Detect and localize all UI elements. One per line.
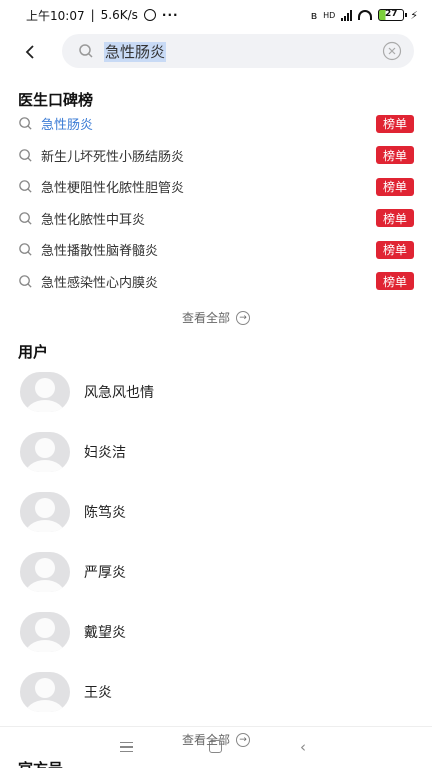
user-name: 陈笃炎 — [84, 505, 126, 521]
search-header: 急性肠炎 — [0, 32, 432, 72]
rank-item-label: 急性肠炎 — [41, 118, 94, 134]
rank-item-label: 新生儿坏死性小肠结肠炎 — [41, 149, 185, 165]
alarm-icon — [143, 9, 156, 21]
avatar — [20, 672, 70, 712]
user-view-all-link[interactable]: 查看全部 → — [0, 731, 432, 748]
more-notifications-icon: ··· — [161, 8, 179, 22]
user-name: 严厚炎 — [84, 565, 126, 581]
user-section-title: 用户 — [18, 343, 49, 361]
rank-badge: 榜单 — [376, 146, 414, 165]
clear-icon[interactable] — [382, 41, 402, 61]
battery-icon: 27 — [378, 9, 408, 21]
view-all-label: 查看全部 — [181, 311, 230, 325]
view-all-label: 查看全部 — [181, 733, 230, 747]
rank-item-label: 急性播散性脑脊髓炎 — [41, 244, 159, 260]
rank-badge: 榜单 — [376, 240, 414, 259]
rank-list: 急性肠炎 榜单 新生儿坏死性小肠结肠炎 榜单 急性梗阻性化脓性胆管炎 榜单 急性… — [0, 108, 432, 297]
user-item[interactable]: 妇炎洁 — [0, 422, 432, 482]
user-name: 戴望炎 — [84, 625, 126, 641]
user-list: 风急风也情 妇炎洁 陈笃炎 严厚炎 戴望炎 王炎 — [0, 362, 432, 722]
search-icon — [19, 274, 32, 288]
avatar — [20, 552, 70, 592]
back-arrow-icon — [25, 45, 34, 59]
rank-section-title: 医生口碑榜 — [18, 91, 94, 109]
rank-item-label: 急性化脓性中耳炎 — [41, 212, 146, 228]
rank-badge: 榜单 — [376, 114, 414, 133]
user-item[interactable]: 风急风也情 — [0, 362, 432, 422]
avatar — [20, 492, 70, 532]
avatar — [20, 372, 70, 412]
user-item[interactable]: 戴望炎 — [0, 602, 432, 662]
rank-badge: 榜单 — [376, 209, 414, 228]
user-name: 风急风也情 — [84, 385, 154, 401]
user-name: 妇炎洁 — [84, 445, 126, 461]
rank-view-all-link[interactable]: 查看全部 → — [0, 309, 432, 326]
rank-item[interactable]: 急性化脓性中耳炎 榜单 — [0, 203, 432, 235]
rank-item[interactable]: 急性感染性心内膜炎 榜单 — [0, 266, 432, 298]
official-section-title: 官方号 — [18, 758, 63, 768]
search-input[interactable]: 急性肠炎 — [62, 34, 414, 68]
rank-badge: 榜单 — [376, 177, 414, 196]
user-item[interactable]: 王炎 — [0, 662, 432, 722]
rank-item[interactable]: 新生儿坏死性小肠结肠炎 榜单 — [0, 140, 432, 172]
rank-badge: 榜单 — [376, 272, 414, 291]
bluetooth-icon: ʙ — [310, 8, 318, 22]
search-icon — [79, 44, 93, 58]
rank-item-label: 急性梗阻性化脓性胆管炎 — [41, 181, 185, 197]
network-type: HD — [323, 10, 336, 20]
rank-item[interactable]: 急性肠炎 榜单 — [0, 108, 432, 140]
arrow-right-circle-icon: → — [236, 310, 250, 325]
rank-item-label: 急性感染性心内膜炎 — [41, 275, 159, 291]
charging-icon: ⚡ — [410, 8, 418, 22]
network-speed: 5.6K/s — [100, 8, 138, 22]
user-item[interactable]: 陈笃炎 — [0, 482, 432, 542]
rank-item[interactable]: 急性梗阻性化脓性胆管炎 榜单 — [0, 171, 432, 203]
status-bar: 上午10:07 | 5.6K/s ··· ʙ HD 27 ⚡ — [26, 8, 418, 23]
search-icon — [19, 148, 32, 162]
search-icon — [19, 211, 32, 225]
arrow-right-circle-icon: → — [236, 732, 250, 747]
search-icon — [19, 117, 32, 130]
avatar — [20, 612, 70, 652]
back-button[interactable] — [8, 32, 52, 72]
user-name: 王炎 — [84, 685, 112, 701]
rank-item[interactable]: 急性播散性脑脊髓炎 榜单 — [0, 234, 432, 266]
avatar — [20, 432, 70, 472]
wifi-icon — [358, 10, 373, 20]
search-icon — [19, 180, 32, 193]
search-icon — [19, 243, 32, 256]
signal-icon — [341, 9, 353, 21]
search-query[interactable]: 急性肠炎 — [104, 41, 167, 62]
user-item[interactable]: 严厚炎 — [0, 542, 432, 602]
status-time: 上午10:07 — [26, 8, 85, 23]
